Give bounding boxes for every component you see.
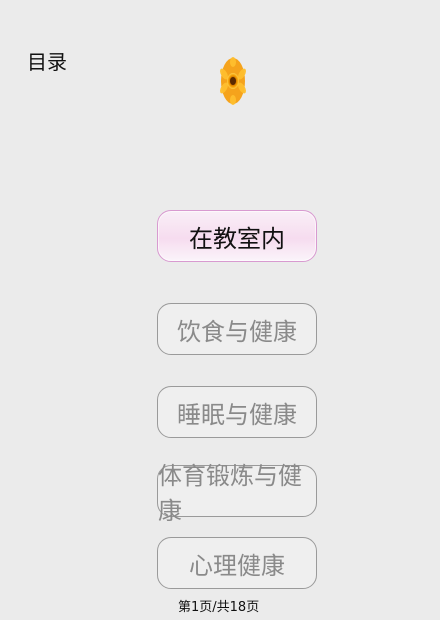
toc-title: 目录 — [27, 50, 67, 74]
menu-item-label: 睡眠与健康 — [177, 400, 297, 429]
flower-icon — [220, 56, 246, 106]
menu-item-diet-health[interactable]: 饮食与健康 — [157, 303, 317, 355]
slide-page: 目录 在教室内 饮食与健康 睡眠与健康 体育锻炼与健康 心理健康 第1页/共18… — [0, 0, 440, 620]
menu-item-label: 心理健康 — [189, 551, 285, 580]
menu-item-exercise-health[interactable]: 体育锻炼与健康 — [157, 462, 317, 525]
menu-item-sleep-health[interactable]: 睡眠与健康 — [157, 386, 317, 438]
menu-item-label: 在教室内 — [189, 224, 285, 253]
menu-item-label: 饮食与健康 — [177, 317, 297, 346]
menu-item-label: 体育锻炼与健康 — [158, 462, 302, 525]
menu-item-classroom[interactable]: 在教室内 — [157, 210, 317, 262]
menu-item-mental-health[interactable]: 心理健康 — [157, 537, 317, 589]
page-indicator: 第1页/共18页 — [178, 600, 260, 615]
